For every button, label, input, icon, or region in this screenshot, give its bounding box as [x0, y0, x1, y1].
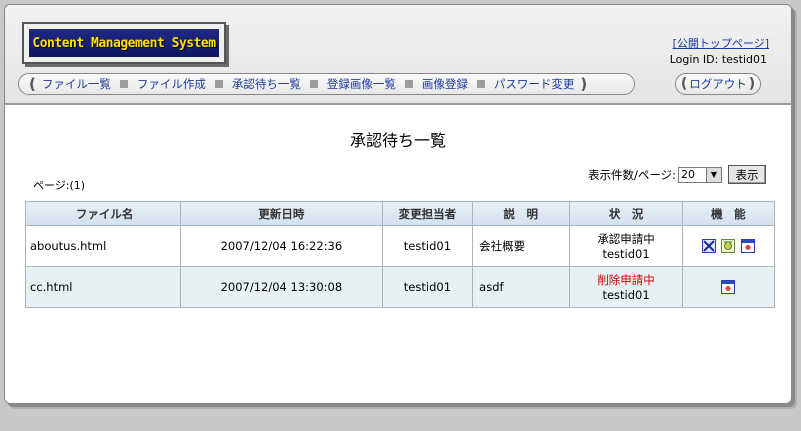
login-id: Login ID: testid01 [669, 53, 767, 66]
logo-text: Content Management System [29, 29, 219, 57]
col-header-functions: 機 能 [681, 201, 776, 226]
per-page-control: 表示件数/ページ: 20 ▼ 表示 [588, 165, 766, 184]
status-text: 削除申請中 [597, 273, 655, 287]
nav-right-paren: ) [580, 75, 588, 93]
cell-functions [681, 225, 776, 267]
cell-description: 会社概要 [472, 225, 571, 267]
status-text: 承認申請中 [597, 232, 655, 246]
col-header-file: ファイル名 [24, 201, 182, 226]
public-top-link[interactable]: [公開トップページ] [673, 35, 769, 51]
per-page-select[interactable]: 20 ▼ [678, 166, 722, 183]
show-button[interactable]: 表示 [728, 165, 766, 184]
col-header-updated: 更新日時 [180, 201, 383, 226]
nav-item-file-create[interactable]: ファイル作成 [131, 76, 212, 92]
logout-label: ログアウト [689, 77, 747, 91]
nav-left-paren: ( [29, 75, 36, 93]
nav-item-password-change[interactable]: パスワード変更 [488, 76, 581, 92]
nav-separator [476, 80, 485, 88]
page-indicator: ページ:(1) [33, 179, 86, 192]
status-user: testid01 [602, 288, 650, 302]
chevron-down-icon: ▼ [706, 167, 721, 182]
nav-separator [404, 80, 413, 88]
per-page-label: 表示件数/ページ: [587, 167, 676, 182]
nav-item-image-register[interactable]: 画像登録 [416, 76, 474, 92]
logout-right-paren: ) [748, 76, 756, 92]
preview-icon[interactable] [721, 280, 736, 295]
per-page-value: 20 [681, 168, 695, 181]
cell-editor: testid01 [381, 225, 474, 267]
page-title: 承認待ち一覧 [349, 131, 446, 150]
cell-functions [681, 266, 776, 308]
app-window: Content Management System [公開トップページ] Log… [4, 4, 792, 404]
header: Content Management System [公開トップページ] Log… [5, 5, 791, 105]
nav-item-file-list[interactable]: ファイル一覧 [36, 76, 117, 92]
cell-status: 削除申請中 testid01 [569, 266, 683, 308]
preview-icon[interactable] [741, 239, 755, 254]
main-nav: ( ファイル一覧 ファイル作成 承認待ち一覧 登録画像一覧 画像登録 パスワード… [18, 73, 635, 95]
nav-separator [214, 80, 223, 88]
cell-editor: testid01 [381, 266, 474, 308]
nav-item-approval-list[interactable]: 承認待ち一覧 [226, 76, 307, 92]
table-row: cc.html 2007/12/04 13:30:08 testid01 asd… [24, 266, 776, 308]
logout-button[interactable]: ( ログアウト ) [675, 73, 761, 95]
logo: Content Management System [22, 22, 226, 64]
nav-item-image-list[interactable]: 登録画像一覧 [321, 76, 402, 92]
table-row: aboutus.html 2007/12/04 16:22:36 testid0… [24, 225, 776, 267]
approve-icon[interactable] [721, 239, 736, 254]
cell-updated: 2007/12/04 13:30:08 [180, 266, 383, 308]
cell-description: asdf [472, 266, 571, 308]
status-user: testid01 [602, 247, 650, 261]
col-header-description: 説 明 [472, 201, 571, 226]
col-header-editor: 変更担当者 [381, 201, 474, 226]
col-header-status: 状 況 [569, 201, 683, 226]
nav-separator [119, 80, 128, 88]
cell-status: 承認申請中 testid01 [569, 225, 683, 267]
approval-table: ファイル名 更新日時 変更担当者 説 明 状 況 機 能 aboutus.htm… [24, 201, 776, 308]
cell-file: aboutus.html [24, 225, 182, 267]
reject-icon[interactable] [701, 239, 716, 254]
logout-left-paren: ( [680, 76, 688, 92]
table-header-row: ファイル名 更新日時 変更担当者 説 明 状 況 機 能 [24, 201, 776, 226]
nav-separator [309, 80, 318, 88]
cell-file: cc.html [24, 266, 182, 308]
cell-updated: 2007/12/04 16:22:36 [180, 225, 383, 267]
